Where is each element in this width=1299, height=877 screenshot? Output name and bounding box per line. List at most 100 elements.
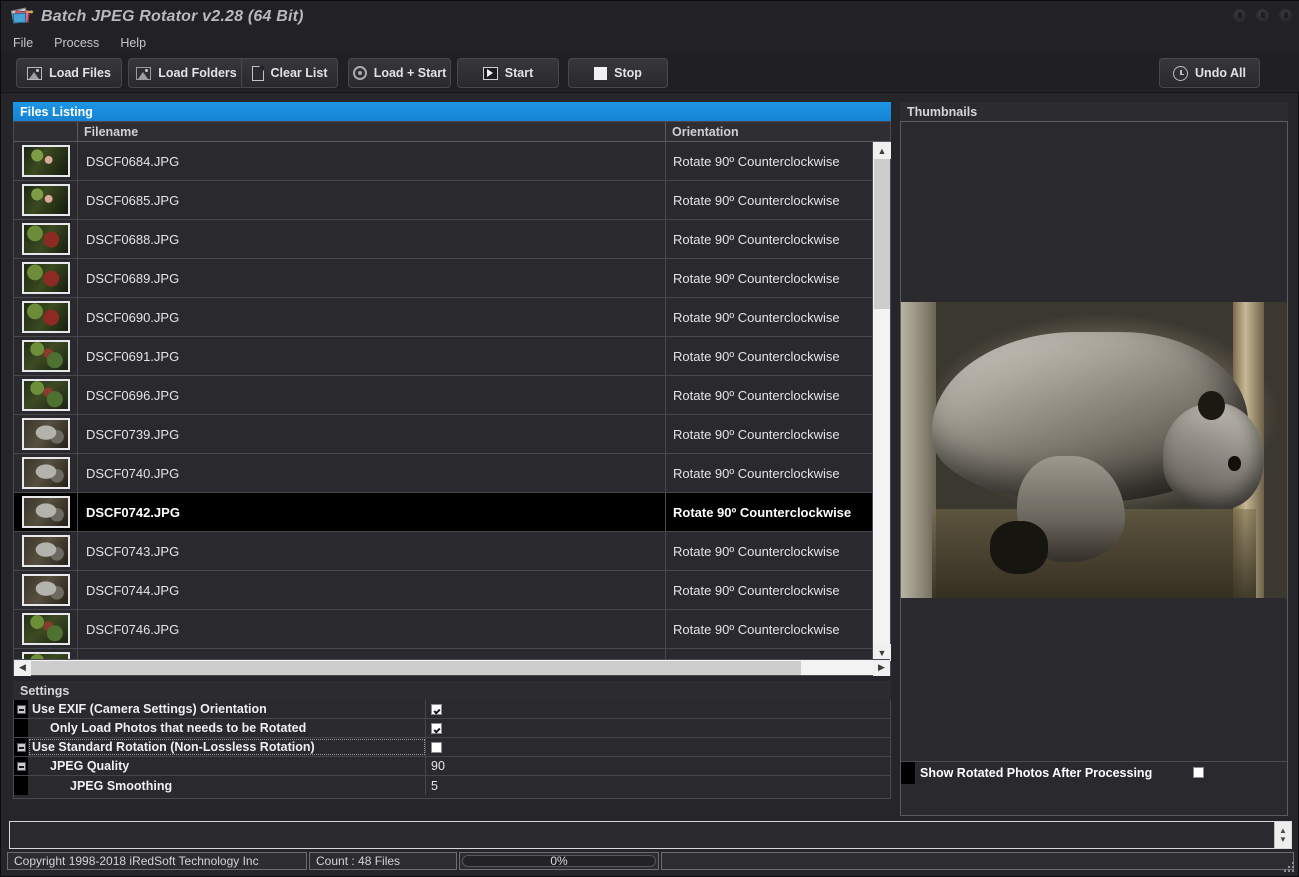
- checkbox-standard-rotation[interactable]: [431, 741, 442, 753]
- table-row[interactable]: DSCF0685.JPG Rotate 90º Counterclockwise: [14, 181, 872, 220]
- collapse-gutter[interactable]: [14, 757, 28, 775]
- row-orientation: Rotate 90º Counterclockwise: [673, 192, 840, 208]
- vertical-scroll-thumb[interactable]: [874, 159, 890, 309]
- collapse-gutter: [14, 719, 28, 737]
- table-row[interactable]: DSCF0690.JPG Rotate 90º Counterclockwise: [14, 298, 872, 337]
- table-row[interactable]: DSCF0688.JPG Rotate 90º Counterclockwise: [14, 220, 872, 259]
- collapse-minus-icon[interactable]: [16, 742, 26, 752]
- scroll-up-icon[interactable]: ▲: [873, 142, 891, 159]
- row-thumbnail-cell: [14, 454, 78, 492]
- table-row[interactable]: DSCF0696.JPG Rotate 90º Counterclockwise: [14, 376, 872, 415]
- collapse-gutter: [14, 776, 28, 795]
- clear-list-button[interactable]: Clear List: [241, 58, 338, 88]
- file-thumbnail: [21, 301, 70, 333]
- minimize-button[interactable]: [1233, 9, 1246, 22]
- preview-subject-hand: [989, 521, 1048, 575]
- collapse-minus-icon[interactable]: [16, 761, 26, 771]
- load-and-start-button[interactable]: Load + Start: [348, 58, 451, 88]
- gear-icon: [352, 66, 367, 80]
- table-row[interactable]: DSCF0689.JPG Rotate 90º Counterclockwise: [14, 259, 872, 298]
- row-filename: DSCF0743.JPG: [78, 532, 666, 570]
- collapse-minus-icon[interactable]: [16, 704, 26, 714]
- start-label: Start: [504, 66, 534, 80]
- files-listing-table[interactable]: Filename Orientation DSCF0684.JPG Rotate…: [13, 121, 891, 676]
- scroll-right-icon[interactable]: ▶: [873, 659, 890, 676]
- table-row[interactable]: DSCF0746.JPG Rotate 90º Counterclockwise: [14, 610, 872, 649]
- maximize-button[interactable]: [1256, 9, 1269, 22]
- thumbnails-panel[interactable]: Show Rotated Photos After Processing: [900, 121, 1288, 816]
- setting-row-jpeg-smoothing[interactable]: JPEG Smoothing 5: [14, 776, 890, 795]
- table-row[interactable]: DSCF0739.JPG Rotate 90º Counterclockwise: [14, 415, 872, 454]
- spinner-up-icon[interactable]: ▲: [1279, 826, 1287, 835]
- stop-label: Stop: [614, 66, 642, 80]
- table-row-selected[interactable]: DSCF0742.JPG Rotate 90º Counterclockwise: [14, 493, 872, 532]
- table-row[interactable]: DSCF0740.JPG Rotate 90º Counterclockwise: [14, 454, 872, 493]
- undo-all-button[interactable]: Undo All: [1159, 58, 1260, 88]
- column-header-thumbnail[interactable]: [14, 122, 78, 141]
- setting-value[interactable]: [426, 719, 890, 737]
- setting-row-standard-rotation[interactable]: Use Standard Rotation (Non-Lossless Rota…: [14, 738, 890, 757]
- start-button[interactable]: Start: [457, 58, 559, 88]
- files-vertical-scrollbar[interactable]: ▲ ▼: [872, 142, 891, 661]
- resize-grip[interactable]: [1282, 860, 1294, 872]
- checkbox-show-rotated-photos[interactable]: [1193, 767, 1204, 778]
- file-thumbnail: [21, 418, 70, 450]
- setting-value[interactable]: [426, 700, 890, 718]
- preview-post-left: [901, 302, 936, 598]
- collapse-gutter[interactable]: [14, 700, 28, 718]
- preview-image[interactable]: [901, 302, 1287, 598]
- files-table-body: DSCF0684.JPG Rotate 90º Counterclockwise…: [14, 142, 872, 661]
- menu-help[interactable]: Help: [120, 36, 146, 50]
- thumbnails-title: Thumbnails: [907, 104, 978, 119]
- row-filename: DSCF0744.JPG: [78, 571, 666, 609]
- files-table-header: Filename Orientation: [14, 122, 890, 142]
- row-filename: DSCF0742.JPG: [78, 493, 666, 531]
- scroll-left-icon[interactable]: ◀: [14, 659, 31, 676]
- table-row[interactable]: DSCF0684.JPG Rotate 90º Counterclockwise: [14, 142, 872, 181]
- setting-row-use-exif[interactable]: Use EXIF (Camera Settings) Orientation: [14, 700, 890, 719]
- table-row[interactable]: DSCF0691.JPG Rotate 90º Counterclockwise: [14, 337, 872, 376]
- horizontal-scroll-track[interactable]: [31, 660, 873, 676]
- load-folders-label: Load Folders: [158, 66, 237, 80]
- load-folders-button[interactable]: Load Folders: [128, 58, 245, 88]
- menu-file[interactable]: File: [13, 36, 33, 50]
- setting-row-jpeg-quality[interactable]: JPEG Quality 90: [14, 757, 890, 776]
- file-thumbnail: [21, 496, 70, 528]
- log-text[interactable]: [10, 822, 1274, 848]
- row-filename: DSCF0690.JPG: [78, 298, 666, 336]
- row-filename: DSCF0691.JPG: [78, 337, 666, 375]
- horizontal-scroll-thumb[interactable]: [31, 660, 801, 675]
- log-scroll-spinner[interactable]: ▲ ▼: [1274, 822, 1291, 848]
- table-row[interactable]: DSCF0743.JPG Rotate 90º Counterclockwise: [14, 532, 872, 571]
- row-thumbnail-cell: [14, 571, 78, 609]
- status-file-count: Count : 48 Files: [309, 852, 457, 870]
- setting-value-jpeg-quality[interactable]: 90: [426, 757, 890, 775]
- progress-label: 0%: [550, 854, 568, 868]
- show-rotated-photos-row[interactable]: Show Rotated Photos After Processing: [901, 761, 1287, 784]
- checkbox-use-exif[interactable]: [431, 703, 442, 715]
- setting-label: JPEG Quality: [28, 757, 426, 775]
- document-icon: [251, 65, 264, 81]
- setting-row-only-load-rotated[interactable]: Only Load Photos that needs to be Rotate…: [14, 719, 890, 738]
- collapse-gutter[interactable]: [14, 738, 28, 756]
- toolbar: Load Files Load Folders Clear List Load …: [1, 53, 1299, 93]
- menu-process[interactable]: Process: [54, 36, 99, 50]
- row-filename: DSCF0739.JPG: [78, 415, 666, 453]
- close-button[interactable]: [1279, 9, 1292, 22]
- row-orientation: Rotate 90º Counterclockwise: [673, 348, 840, 364]
- row-filename: DSCF0689.JPG: [78, 259, 666, 297]
- setting-value-jpeg-smoothing[interactable]: 5: [426, 776, 890, 795]
- log-output-box[interactable]: ▲ ▼: [9, 821, 1292, 849]
- column-header-orientation[interactable]: Orientation: [666, 122, 890, 141]
- spinner-down-icon[interactable]: ▼: [1279, 835, 1287, 844]
- table-row[interactable]: DSCF0744.JPG Rotate 90º Counterclockwise: [14, 571, 872, 610]
- column-header-filename[interactable]: Filename: [78, 122, 666, 141]
- row-filename: DSCF0740.JPG: [78, 454, 666, 492]
- files-horizontal-scrollbar[interactable]: ◀ ▶: [14, 659, 890, 676]
- checkbox-only-load-rotated[interactable]: [431, 722, 442, 734]
- setting-value[interactable]: [426, 738, 890, 756]
- stop-button[interactable]: Stop: [568, 58, 668, 88]
- undo-clock-icon: [1173, 65, 1189, 81]
- file-thumbnail: [21, 574, 70, 606]
- load-files-button[interactable]: Load Files: [16, 58, 122, 88]
